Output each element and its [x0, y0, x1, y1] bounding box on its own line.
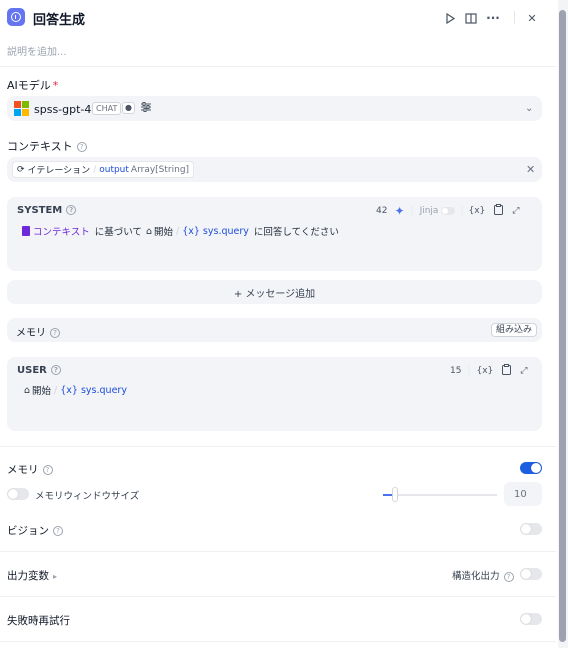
retry-toggle[interactable]: [520, 613, 542, 625]
close-icon[interactable]: ✕: [523, 9, 541, 27]
context-label: コンテキスト?: [7, 138, 87, 154]
variable-chip: ⌂ 開始 / {x} sys.query: [24, 384, 127, 398]
help-icon[interactable]: ?: [66, 205, 77, 215]
insert-variable-icon[interactable]: {x}: [477, 366, 494, 376]
user-prompt-text[interactable]: ⌂ 開始 / {x} sys.query: [22, 383, 129, 398]
microsoft-logo-icon: [14, 101, 29, 116]
model-mode-chip: CHAT: [92, 102, 122, 115]
output-vars-section[interactable]: 出力変数 ▸: [7, 568, 57, 583]
jinja-label: Jinja: [419, 206, 439, 216]
model-params-icon[interactable]: [140, 101, 152, 116]
expand-icon[interactable]: ⤢: [520, 366, 527, 376]
memory-block-label: メモリ?: [16, 324, 60, 339]
memory-label: メモリ?: [7, 462, 53, 477]
description-input[interactable]: 説明を追加...: [7, 43, 67, 58]
divider: [0, 641, 556, 642]
help-icon[interactable]: ?: [50, 365, 61, 375]
sparkle-icon[interactable]: ✦: [394, 204, 404, 218]
context-variable-name: output: [99, 164, 129, 175]
model-name: spss-gpt-4o: [34, 103, 99, 116]
vision-toggle[interactable]: [520, 523, 542, 535]
divider: [0, 446, 556, 447]
memory-window-input[interactable]: 10: [504, 482, 542, 506]
home-icon: ⌂: [24, 384, 31, 396]
vision-label: ビジョン?: [7, 523, 63, 538]
clipboard-icon[interactable]: [494, 204, 504, 218]
play-icon[interactable]: [441, 9, 459, 27]
book-open-icon[interactable]: [462, 9, 480, 27]
chevron-down-icon[interactable]: ⌄: [525, 103, 533, 114]
required-mark: *: [52, 79, 59, 92]
more-icon[interactable]: ···: [484, 9, 502, 27]
builtin-memory-button[interactable]: 組み込み: [491, 323, 538, 337]
header-divider: [514, 11, 515, 24]
user-prompt-toolbar: 15 | {x} ⤢: [450, 364, 528, 378]
context-reference: コンテキスト: [33, 227, 90, 238]
expand-icon[interactable]: ⤢: [512, 206, 519, 216]
ai-model-label: AIモデル *: [7, 79, 59, 92]
add-message-button[interactable]: + メッセージ追加: [7, 280, 542, 304]
prompt-text-segment: に基づいて: [94, 227, 142, 238]
user-prompt-title: USER?: [17, 365, 61, 376]
system-prompt-text[interactable]: コンテキスト に基づいて ⌂ 開始 / {x} sys.query に回答してく…: [22, 224, 339, 238]
context-variable-type: Array[String]: [130, 164, 190, 175]
chevron-right-icon[interactable]: ▸: [53, 572, 57, 581]
context-variable-tag[interactable]: ⟳ イテレーション / output Array[String]: [12, 161, 195, 178]
clear-context-icon[interactable]: ✕: [526, 163, 535, 176]
memory-block: [7, 318, 542, 342]
memory-window-toggle[interactable]: [7, 488, 29, 500]
clipboard-icon[interactable]: [502, 364, 512, 378]
help-icon[interactable]: ?: [76, 142, 87, 152]
retry-label: 失敗時再試行: [7, 615, 70, 627]
structured-output-label: 構造化出力?: [452, 568, 514, 582]
context-node-name: イテレーション: [27, 166, 91, 176]
document-icon: [22, 226, 30, 236]
panel-title[interactable]: 回答生成: [33, 9, 85, 28]
variable-chip: ⌂ 開始 / {x} sys.query: [145, 225, 249, 239]
divider: [0, 596, 556, 597]
memory-window-label: メモリウィンドウサイズ: [35, 491, 140, 502]
vision-eye-icon: ●: [122, 102, 135, 114]
home-icon: ⌂: [145, 225, 152, 237]
memory-window-slider-handle[interactable]: [392, 487, 398, 502]
memory-toggle[interactable]: [520, 462, 542, 474]
memory-window-slider[interactable]: [383, 494, 497, 496]
node-config-panel: 回答生成 ··· ✕ 説明を追加... AIモデル * spss-gpt-4o C…: [0, 0, 556, 648]
help-icon[interactable]: ?: [50, 328, 60, 338]
insert-variable-icon[interactable]: {x}: [468, 206, 485, 216]
structured-output-toggle[interactable]: [520, 568, 542, 580]
token-count: 15: [450, 366, 462, 376]
jinja-toggle[interactable]: [441, 207, 456, 215]
token-count: 42: [376, 206, 388, 216]
help-icon[interactable]: ?: [42, 465, 53, 475]
loop-icon: ⟳: [17, 164, 25, 175]
system-prompt-toolbar: 42 ✦ | Jinja | {x} ⤢: [376, 204, 520, 218]
divider: [0, 551, 556, 552]
system-prompt-title: SYSTEM?: [17, 205, 77, 216]
help-icon[interactable]: ?: [53, 526, 63, 536]
panel-header: 回答生成 ··· ✕: [0, 0, 556, 36]
divider: [0, 66, 556, 67]
scrollbar-thumb[interactable]: [559, 10, 566, 642]
prompt-text-segment: に回答してください: [253, 227, 339, 238]
llm-node-icon: [7, 8, 25, 26]
help-icon[interactable]: ?: [503, 571, 514, 582]
